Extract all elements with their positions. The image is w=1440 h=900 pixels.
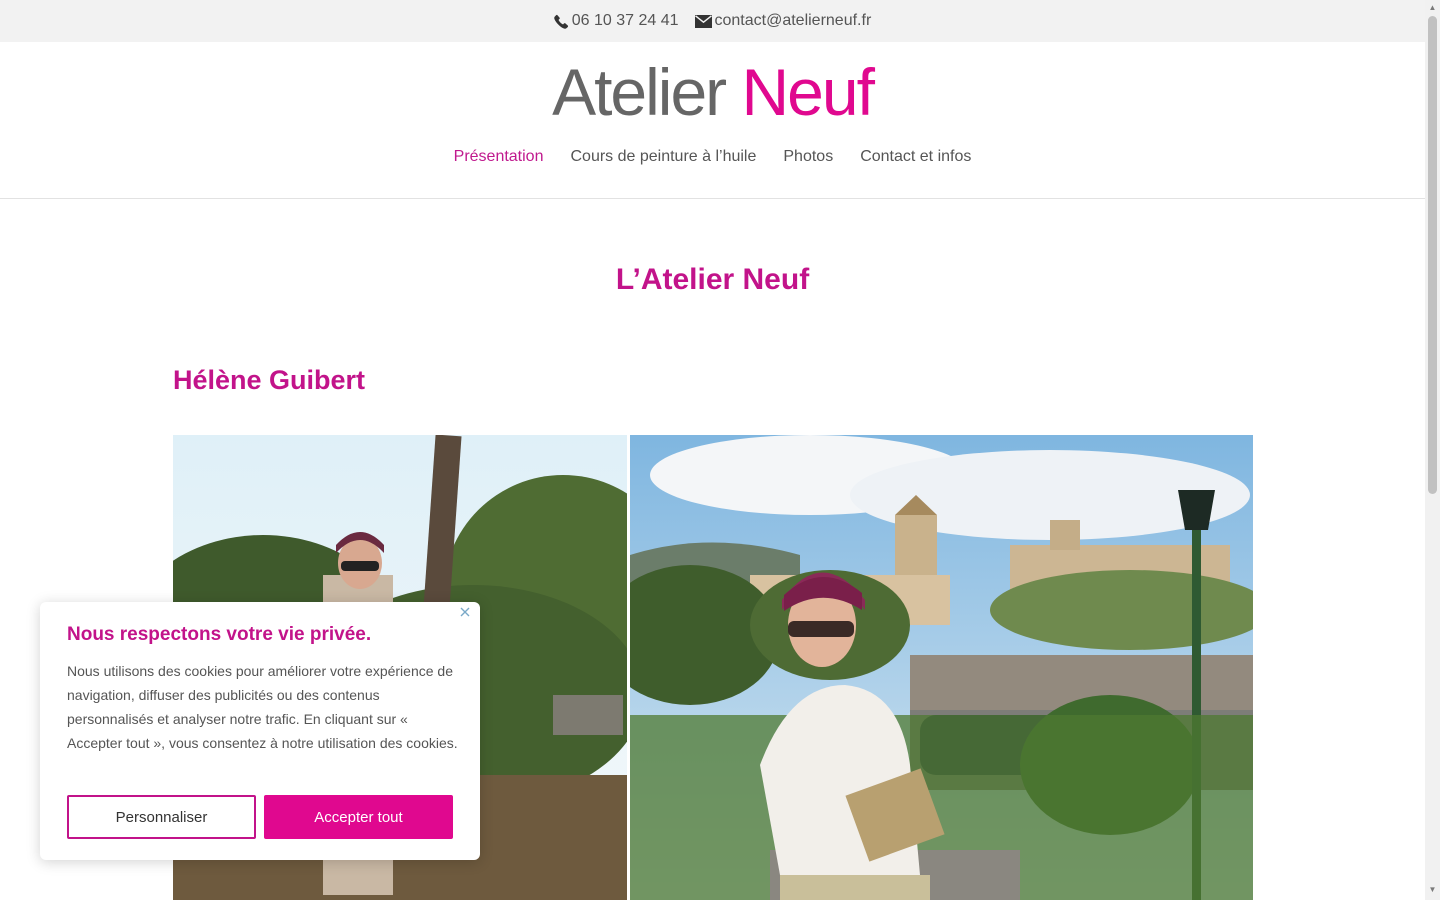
email-address: contact@atelierneuf.fr bbox=[714, 12, 872, 29]
logo-text-atelier: Atelier bbox=[552, 55, 727, 129]
close-icon[interactable] bbox=[458, 605, 472, 619]
phone-icon bbox=[553, 14, 568, 29]
email-link[interactable]: contact@atelierneuf.fr bbox=[694, 12, 872, 30]
site-header: Atelier Neuf Présentation Cours de peint… bbox=[0, 42, 1425, 199]
logo-text-neuf: Neuf bbox=[741, 55, 875, 129]
cookie-consent-dialog: Nous respectons votre vie privée. Nous u… bbox=[40, 602, 480, 860]
mail-icon bbox=[694, 14, 712, 28]
nav-item-presentation[interactable]: Présentation bbox=[454, 148, 544, 166]
nav-item-cours[interactable]: Cours de peinture à l’huile bbox=[570, 148, 756, 166]
customize-button[interactable]: Personnaliser bbox=[67, 795, 256, 839]
phone-number: 06 10 37 24 41 bbox=[571, 12, 679, 29]
main-nav: Présentation Cours de peinture à l’huile… bbox=[0, 148, 1425, 166]
photo-portrait-village bbox=[630, 435, 1253, 900]
page-title: L’Atelier Neuf bbox=[615, 263, 810, 296]
section-subtitle: Hélène Guibert bbox=[173, 365, 366, 395]
site-logo[interactable]: Atelier Neuf bbox=[0, 55, 1425, 129]
nav-item-contact[interactable]: Contact et infos bbox=[860, 148, 971, 166]
nav-item-photos[interactable]: Photos bbox=[783, 148, 833, 166]
phone-link[interactable]: 06 10 37 24 41 bbox=[553, 12, 679, 30]
scroll-up-arrow-icon[interactable]: ▲ bbox=[1428, 4, 1437, 12]
top-contact-bar: 06 10 37 24 41 contact@atelierneuf.fr bbox=[0, 0, 1425, 42]
scrollbar-thumb[interactable] bbox=[1428, 16, 1437, 494]
page-scrollbar[interactable]: ▲ ▼ bbox=[1425, 0, 1440, 900]
cookie-title: Nous respectons votre vie privée. bbox=[67, 624, 372, 645]
cookie-text: Nous utilisons des cookies pour améliore… bbox=[67, 663, 458, 751]
accept-all-button[interactable]: Accepter tout bbox=[264, 795, 453, 839]
scroll-down-arrow-icon[interactable]: ▼ bbox=[1428, 886, 1437, 894]
